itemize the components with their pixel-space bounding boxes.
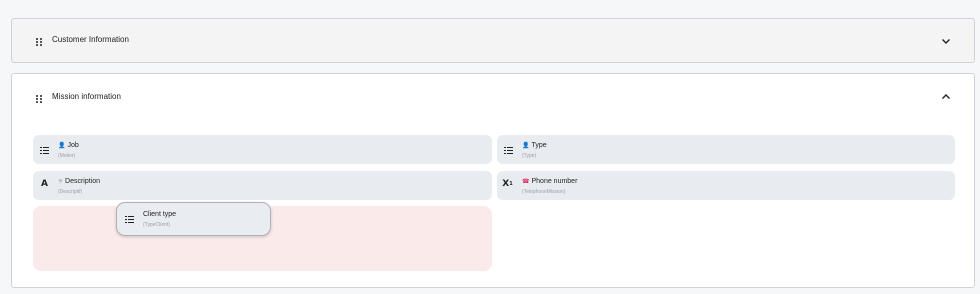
mission-information-panel: Mission information 👤 Job (Metier) 👤 Type … xyxy=(11,73,975,288)
panel-title: Customer Information xyxy=(52,35,129,44)
field-key: (Descriptif) xyxy=(58,189,83,195)
field-type[interactable]: 👤 Type (Type) xyxy=(497,135,955,164)
field-label: Type xyxy=(531,142,547,149)
panel-title: Mission information xyxy=(52,92,121,101)
field-label: Phone number xyxy=(531,178,578,185)
superscript-icon: X1 xyxy=(502,179,513,189)
list-icon xyxy=(39,145,50,155)
field-label: Job xyxy=(67,142,79,149)
field-phone-number[interactable]: X1 ☎ Phone number (TelephoneMission) xyxy=(497,171,955,200)
list-icon xyxy=(125,216,135,224)
dragged-field-client-type[interactable]: Client type (TypeClient) xyxy=(116,202,271,236)
field-label: Client type xyxy=(143,211,177,218)
field-key: (TypeClient) xyxy=(143,222,170,228)
text-format-icon: A xyxy=(41,179,48,189)
asterisk-icon: ✳ xyxy=(58,179,64,185)
customer-information-header[interactable]: Customer Information xyxy=(12,19,974,64)
mission-information-header[interactable]: Mission information xyxy=(12,74,974,119)
field-job[interactable]: 👤 Job (Metier) xyxy=(33,135,492,164)
telephone-icon: ☎ xyxy=(522,179,530,185)
field-description[interactable]: A ✳ Description (Descriptif) xyxy=(33,171,492,200)
field-key: (TelephoneMission) xyxy=(522,189,566,195)
customer-information-panel: Customer Information xyxy=(11,18,975,63)
list-icon xyxy=(503,145,514,155)
user-icon: 👤 xyxy=(58,143,66,149)
drag-handle-icon[interactable] xyxy=(36,95,42,103)
user-icon: 👤 xyxy=(522,143,530,149)
drag-handle-icon[interactable] xyxy=(36,38,42,46)
chevron-up-icon[interactable] xyxy=(940,91,952,103)
field-key: (Metier) xyxy=(58,153,76,159)
chevron-down-icon[interactable] xyxy=(940,35,952,47)
field-label: Description xyxy=(65,178,101,185)
field-key: (Type) xyxy=(522,153,537,159)
